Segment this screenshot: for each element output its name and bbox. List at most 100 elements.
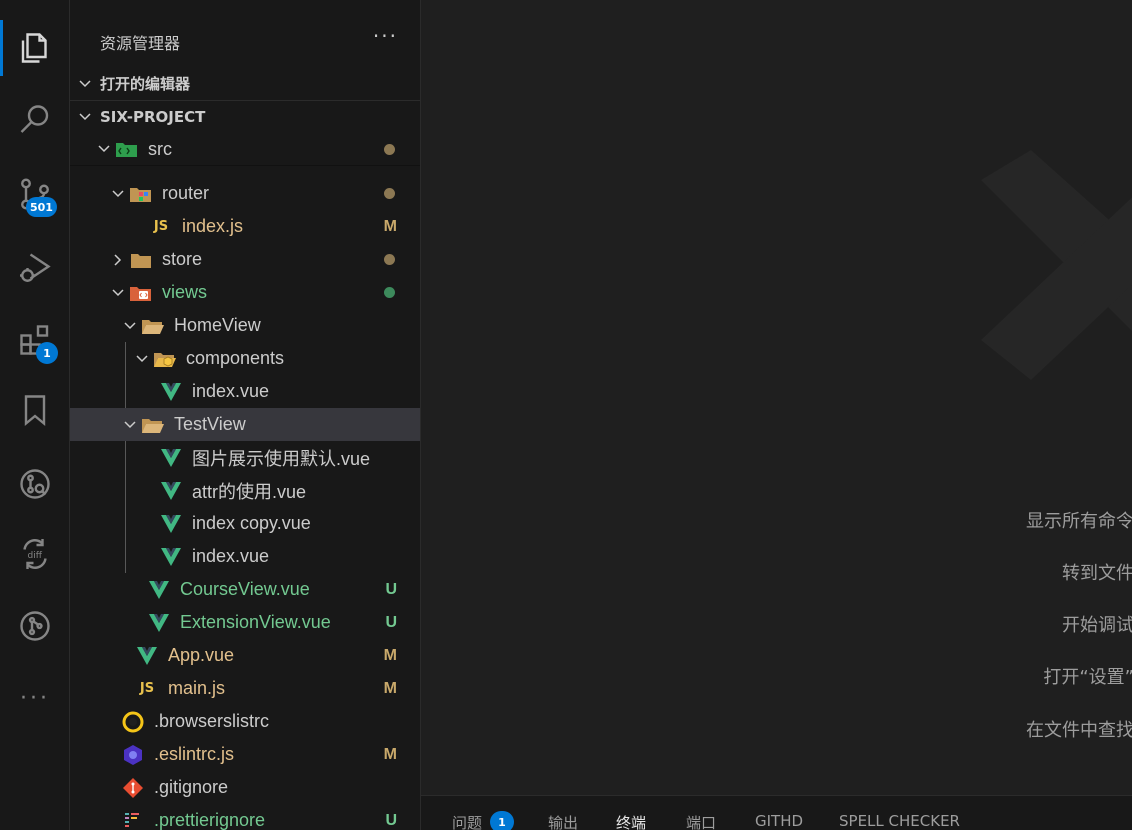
prettier-icon <box>120 810 146 830</box>
tree-item-label: .eslintrc.js <box>154 744 235 764</box>
vue-icon <box>158 513 184 535</box>
vue-icon <box>134 645 160 667</box>
explorer-activity[interactable] <box>0 20 70 76</box>
tree-item-label: index.vue <box>192 546 270 566</box>
tree-item-label: main.js <box>168 678 226 698</box>
search-activity[interactable] <box>0 92 70 148</box>
tree-item-label: views <box>162 282 208 302</box>
tree-item-store[interactable]: store <box>70 243 420 276</box>
git-graph-activity[interactable] <box>0 456 70 512</box>
git-status: U <box>385 580 397 598</box>
tree-item-label: src <box>148 138 172 159</box>
tree-item-homeview[interactable]: HomeView <box>70 309 420 342</box>
tree-item-label: 图片展示使用默认.vue <box>192 448 371 469</box>
tree-item-gitignore[interactable]: .gitignore <box>70 771 420 804</box>
diff-icon: diff <box>23 539 47 569</box>
tree-item-label: router <box>162 183 210 203</box>
tree-item-app-vue[interactable]: App.vue M <box>70 639 420 672</box>
chevron-down-icon <box>132 349 152 369</box>
extensions-activity[interactable]: 1 <box>0 312 70 368</box>
components-folder-icon <box>152 348 178 370</box>
tree-item-browserslistrc[interactable]: .browserslistrc <box>70 705 420 738</box>
tab-output[interactable]: 输出 <box>548 812 578 830</box>
tab-terminal[interactable]: 终端 <box>616 812 646 830</box>
git-status: U <box>385 811 397 829</box>
tab-githd[interactable]: GITHD <box>755 812 803 830</box>
activity-bar: 501 1 diff ··· <box>0 0 70 830</box>
tree-item-router-index-js[interactable]: JS index.js M <box>70 210 420 243</box>
folder-open-icon <box>140 315 166 337</box>
tree-item-vue-file[interactable]: index copy.vue <box>70 507 420 540</box>
untracked-dot <box>384 287 395 298</box>
tree-item-vue-file[interactable]: attr的使用.vue <box>70 474 420 507</box>
tree-item-main-js[interactable]: JS main.js M <box>70 672 420 705</box>
tree-item-vue-file[interactable]: 图片展示使用默认.vue <box>70 441 420 474</box>
tab-label: 问题 <box>452 814 483 830</box>
chevron-down-icon <box>108 283 128 303</box>
tab-ports[interactable]: 端口 <box>686 812 716 830</box>
router-folder-icon <box>128 183 154 205</box>
open-editors-label: 打开的编辑器 <box>100 75 191 93</box>
tree-item-label: attr的使用.vue <box>192 481 307 502</box>
tree-item-label: store <box>162 249 203 269</box>
explorer-more-button[interactable]: ··· <box>373 24 398 48</box>
hint-go-to-file: 转到文件 <box>1062 563 1132 584</box>
open-editors-section[interactable]: 打开的编辑器 <box>70 67 420 100</box>
editor-area[interactable]: 显示所有命令 转到文件 开始调试 打开“设置” 在文件中查找 <box>421 0 1132 795</box>
tree-item-courseview-vue[interactable]: CourseView.vue U <box>70 573 420 606</box>
git-activity[interactable] <box>0 598 70 654</box>
tree-item-prettierignore[interactable]: .prettierignore U <box>70 804 420 830</box>
git-file-icon <box>120 777 146 799</box>
chevron-down-icon <box>94 139 114 159</box>
svg-text:diff: diff <box>28 551 43 561</box>
javascript-icon: JS <box>153 219 169 234</box>
panel-tab-bar: 问题 1 输出 终端 端口 GITHD SPELL CHECKER <box>421 795 1132 830</box>
tree-item-router[interactable]: router <box>70 177 420 210</box>
modified-dot <box>384 254 395 265</box>
bookmarks-activity[interactable] <box>0 382 70 438</box>
javascript-icon: JS <box>139 681 155 696</box>
tree-item-label: index.js <box>182 216 244 236</box>
tree-item-label: ExtensionView.vue <box>180 612 331 632</box>
git-status: U <box>385 613 397 631</box>
tree-item-eslintrc-js[interactable]: .eslintrc.js M <box>70 738 420 771</box>
tab-spell-checker[interactable]: SPELL CHECKER <box>839 812 960 830</box>
hint-open-settings: 打开“设置” <box>1043 667 1132 688</box>
vscode-window: 501 1 diff ··· 资源管理器 ··· 打开的编辑器 SIX-PROJ… <box>0 0 1132 830</box>
run-debug-activity[interactable] <box>0 240 70 296</box>
tree-item-vue-file[interactable]: index.vue <box>70 540 420 573</box>
source-control-activity[interactable]: 501 <box>0 166 70 222</box>
hint-find-in-files: 在文件中查找 <box>1026 720 1132 741</box>
project-section[interactable]: SIX-PROJECT <box>70 100 420 133</box>
vue-icon <box>146 612 172 634</box>
tree-item-homeview-index-vue[interactable]: index.vue <box>70 375 420 408</box>
hint-start-debugging: 开始调试 <box>1062 615 1132 636</box>
git-status: M <box>383 646 397 664</box>
chevron-right-icon <box>108 250 128 270</box>
vscode-watermark-icon <box>981 150 1132 380</box>
chevron-right-icon <box>70 76 100 92</box>
tree-item-src[interactable]: src <box>70 133 420 166</box>
tree-item-testview[interactable]: TestView <box>70 408 420 441</box>
tab-problems[interactable]: 问题 <box>452 812 482 830</box>
files-icon <box>21 33 47 63</box>
explorer-sidebar: 资源管理器 ··· 打开的编辑器 SIX-PROJECT directives <box>70 0 421 830</box>
views-folder-icon <box>128 282 154 304</box>
vue-icon <box>158 480 184 502</box>
vue-icon <box>158 381 184 403</box>
tree-item-label: App.vue <box>168 645 235 665</box>
extensions-badge: 1 <box>36 342 58 364</box>
more-activity[interactable]: ··· <box>0 670 70 726</box>
tree-item-label: TestView <box>174 414 246 434</box>
modified-dot <box>384 143 395 155</box>
git-lens-icon <box>20 469 50 499</box>
diff-activity[interactable]: diff <box>0 526 70 582</box>
tree-item-label: components <box>186 348 285 368</box>
tree-item-extensionview-vue[interactable]: ExtensionView.vue U <box>70 606 420 639</box>
tree-item-views[interactable]: views <box>70 276 420 309</box>
tree-item-components[interactable]: components <box>70 342 420 375</box>
tree-item-label: .gitignore <box>154 777 229 797</box>
folder-open-icon <box>140 414 166 436</box>
tree-item-label: index.vue <box>192 381 270 401</box>
folder-icon <box>128 249 154 271</box>
